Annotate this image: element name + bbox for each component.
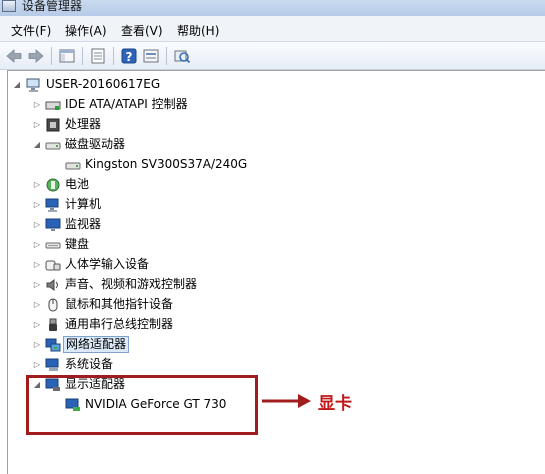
tree-item-sound[interactable]: ▷ 声音、视频和游戏控制器 <box>33 275 233 295</box>
tree-item-label: IDE ATA/ATAPI 控制器 <box>65 97 188 111</box>
highlight-box <box>26 375 258 435</box>
tree-item-label: 键盘 <box>65 237 90 251</box>
tree-item-ide[interactable]: ▷ IDE ATA/ATAPI 控制器 <box>33 95 253 115</box>
tree-item-computer[interactable]: ▷ 计算机 <box>33 195 153 215</box>
tree-item-disk-drives[interactable]: ◢ 磁盘驱动器 <box>33 135 173 155</box>
tree-item-network[interactable]: ▷ 网络适配器 <box>33 335 173 355</box>
tree-item-label: 人体学输入设备 <box>65 257 150 271</box>
annotation-arrow-icon <box>262 394 311 408</box>
disk-drive-icon <box>45 142 61 150</box>
tree-item-label: Kingston SV300S37A/240G <box>85 157 248 171</box>
tree-item-label: 鼠标和其他指针设备 <box>65 297 174 311</box>
tree-item-kingston[interactable]: Kingston SV300S37A/240G <box>53 155 273 175</box>
device-manager-icon <box>2 0 16 12</box>
collapsed-arrow-icon[interactable]: ▷ <box>33 180 41 189</box>
tree-item-processor[interactable]: ▷ 处理器 <box>33 115 153 135</box>
tree-item-label: 系统设备 <box>65 357 114 371</box>
menu-help[interactable]: 帮助(H) <box>177 22 219 39</box>
keyboard-icon <box>45 242 61 249</box>
network-icon <box>45 338 61 352</box>
mouse-icon <box>48 298 58 312</box>
collapsed-arrow-icon[interactable]: ▷ <box>33 320 41 329</box>
tree-item-battery[interactable]: ▷ 电池 <box>33 175 153 195</box>
forward-icon[interactable] <box>27 47 45 65</box>
tree-item-keyboard[interactable]: ▷ 键盘 <box>33 235 153 255</box>
computer-icon <box>45 198 59 212</box>
collapsed-arrow-icon[interactable]: ▷ <box>33 280 41 289</box>
svg-text:?: ? <box>126 50 133 64</box>
tree-item-usb[interactable]: ▷ 通用串行总线控制器 <box>33 315 213 335</box>
tree-item-label: 计算机 <box>65 197 102 211</box>
collapsed-arrow-icon[interactable]: ▷ <box>33 300 41 309</box>
properties-icon[interactable] <box>89 47 107 65</box>
title-bar: 设备管理器 <box>0 0 545 16</box>
tree-item-label: 监视器 <box>65 217 102 231</box>
view-icon[interactable] <box>142 47 160 65</box>
collapsed-arrow-icon[interactable]: ▷ <box>33 360 41 369</box>
tree-item-label: 处理器 <box>65 117 102 131</box>
ide-controller-icon <box>45 101 61 110</box>
disk-icon <box>65 162 81 170</box>
menu-action[interactable]: 操作(A) <box>65 22 107 39</box>
system-icon <box>45 358 59 371</box>
expanded-arrow-icon[interactable]: ◢ <box>33 140 41 149</box>
tree-item-mouse[interactable]: ▷ 鼠标和其他指针设备 <box>33 295 213 315</box>
collapsed-arrow-icon[interactable]: ▷ <box>33 340 41 349</box>
scan-hardware-icon[interactable] <box>173 47 191 65</box>
back-icon[interactable] <box>5 47 23 65</box>
usb-icon <box>49 318 57 331</box>
toolbar: ? <box>0 42 545 70</box>
collapsed-arrow-icon[interactable]: ▷ <box>33 200 41 209</box>
tree-item-label: 通用串行总线控制器 <box>65 317 174 331</box>
tree-item-label: 电池 <box>65 177 90 191</box>
tree-root-label: USER-20160617EG <box>46 77 161 91</box>
menu-view[interactable]: 查看(V) <box>121 22 163 39</box>
monitor-icon <box>45 218 61 231</box>
collapsed-arrow-icon[interactable]: ▷ <box>33 240 41 249</box>
help-icon[interactable]: ? <box>120 47 138 65</box>
collapsed-arrow-icon[interactable]: ▷ <box>33 120 41 129</box>
processor-icon <box>46 118 60 132</box>
console-tree-icon[interactable] <box>58 47 76 65</box>
tree-item-label: 网络适配器 <box>63 336 130 353</box>
menu-bar: 文件(F) 操作(A) 查看(V) 帮助(H) <box>0 16 545 42</box>
collapsed-arrow-icon[interactable]: ▷ <box>33 260 41 269</box>
window-title: 设备管理器 <box>22 0 83 13</box>
tree-item-monitor[interactable]: ▷ 监视器 <box>33 215 153 235</box>
collapsed-arrow-icon[interactable]: ▷ <box>33 100 41 109</box>
tree-item-label: 声音、视频和游戏控制器 <box>65 277 198 291</box>
collapsed-arrow-icon[interactable]: ▷ <box>33 220 41 229</box>
tree-item-system[interactable]: ▷ 系统设备 <box>33 355 173 375</box>
tree-root[interactable]: ◢ USER-20160617EG <box>13 75 213 95</box>
sound-icon <box>46 279 58 291</box>
annotation-label: 显卡 <box>318 394 352 414</box>
computer-icon <box>26 78 40 92</box>
battery-icon <box>46 178 60 192</box>
tree-item-hid[interactable]: ▷ 人体学输入设备 <box>33 255 193 275</box>
hid-icon <box>45 260 61 271</box>
expanded-arrow-icon[interactable]: ◢ <box>13 80 21 89</box>
tree-item-label: 磁盘驱动器 <box>65 137 126 151</box>
menu-file[interactable]: 文件(F) <box>11 22 51 39</box>
